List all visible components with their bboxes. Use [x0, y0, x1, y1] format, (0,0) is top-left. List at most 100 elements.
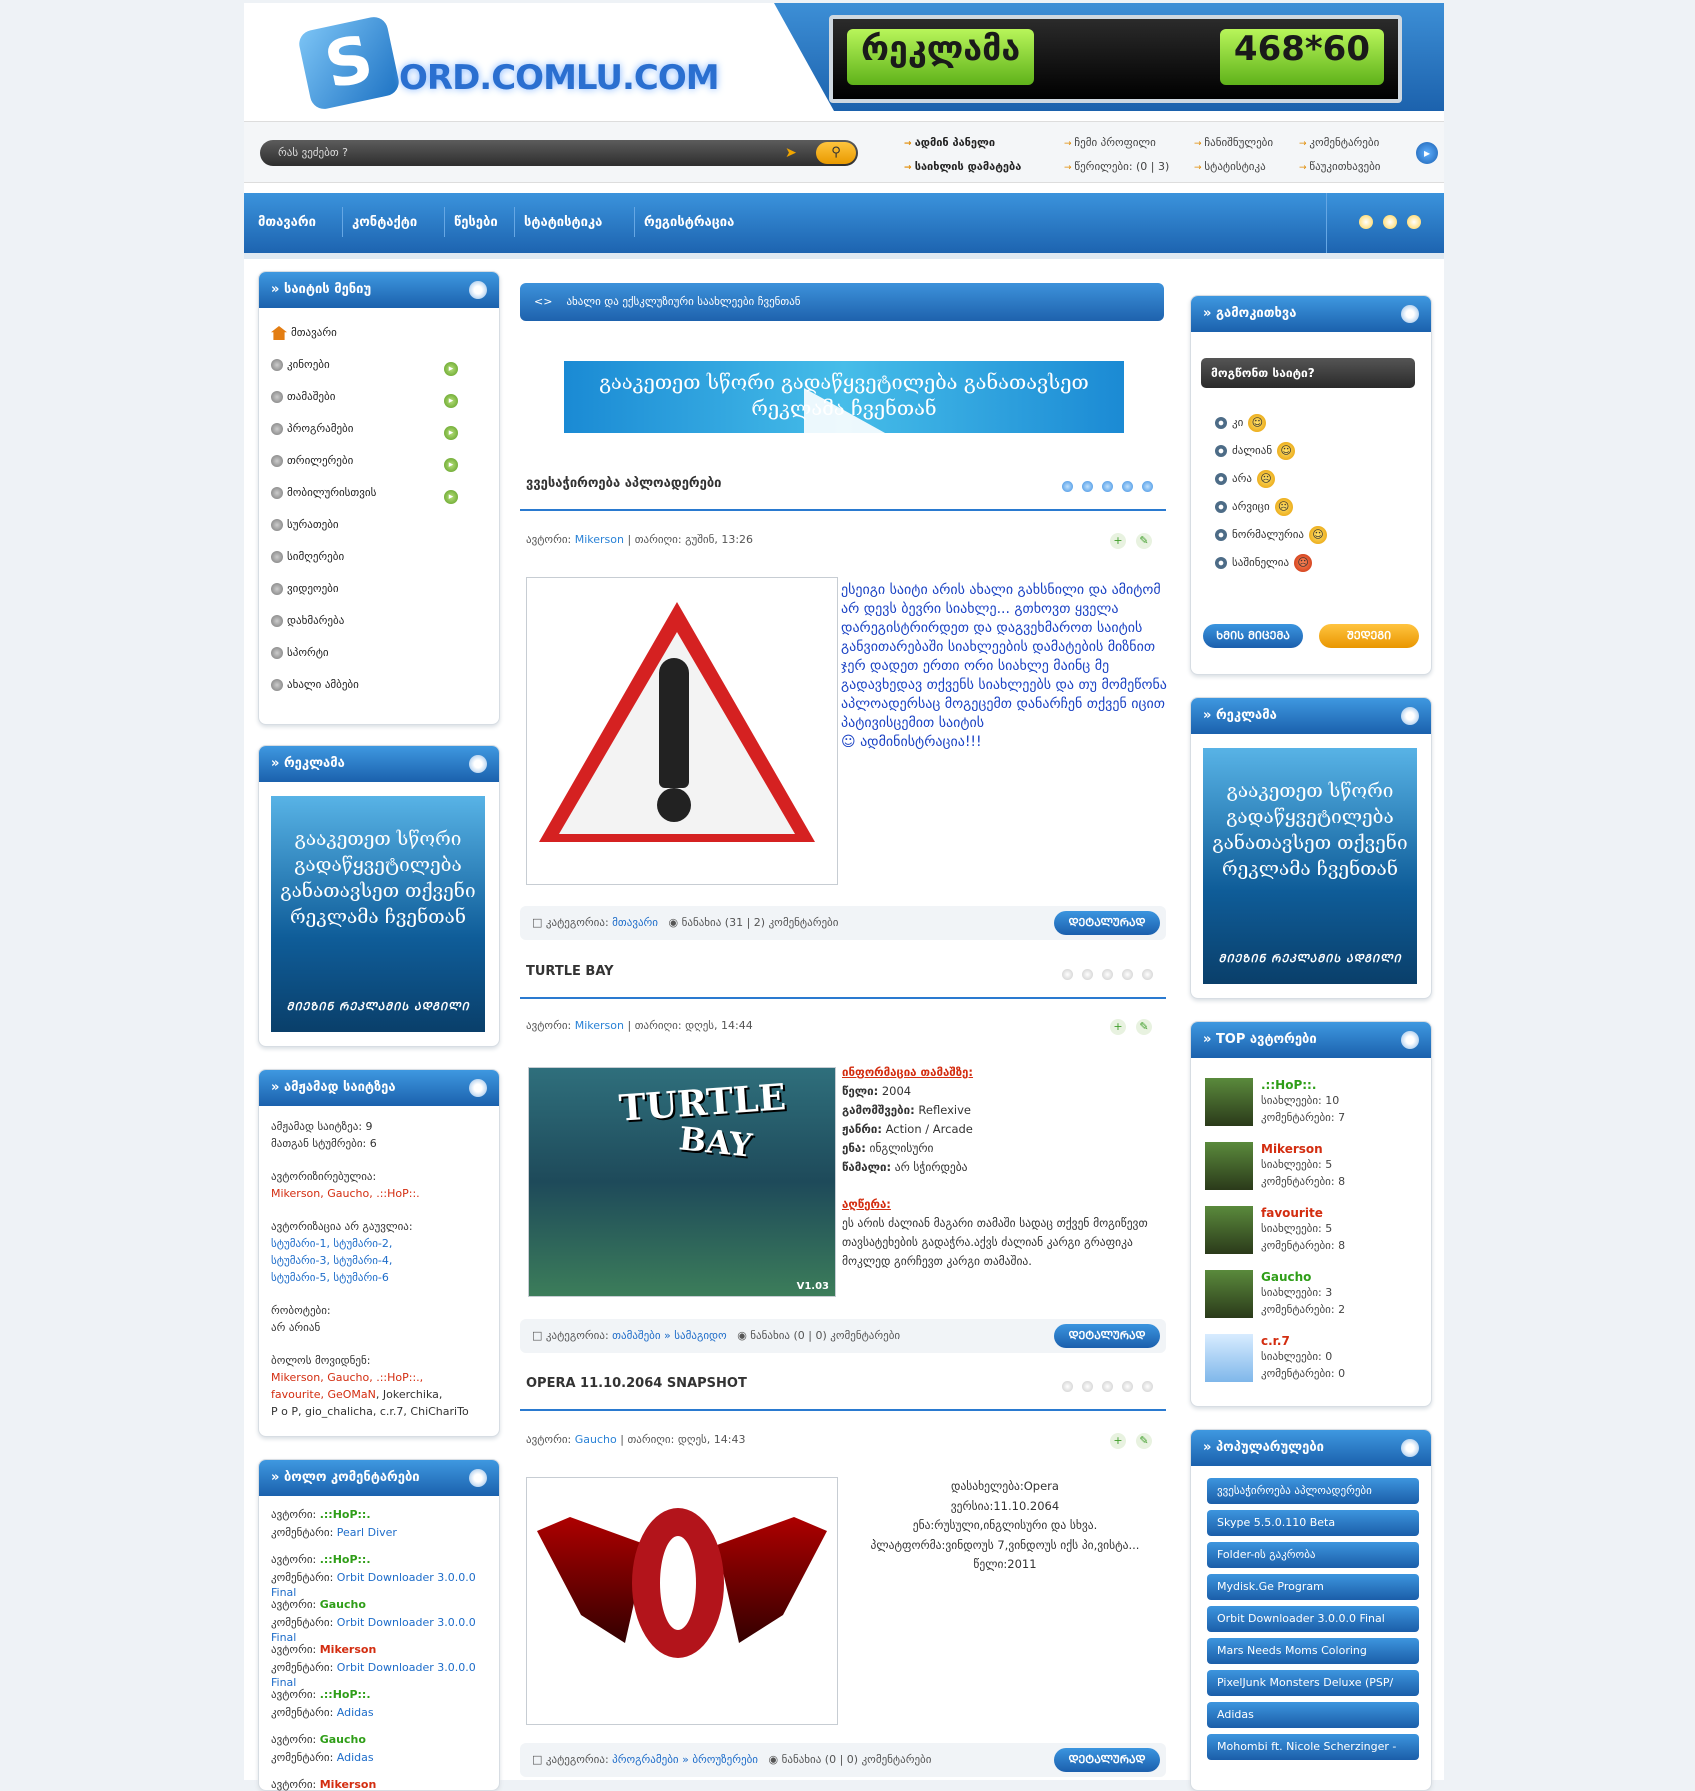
expand-icon[interactable]: ▸: [444, 394, 458, 408]
dot-icon[interactable]: [1122, 481, 1133, 492]
menu-item-pictures[interactable]: სურათები: [271, 518, 339, 531]
read-more-button[interactable]: ᲓᲔᲢᲐᲚᲣᲠᲐᲓ: [1054, 1324, 1160, 1348]
search-input[interactable]: რას ვეძებთ ? ➤ ⚲: [260, 140, 858, 166]
dot-icon[interactable]: [1102, 481, 1113, 492]
post-category[interactable]: თამაშები » სამაგიდო: [612, 1329, 727, 1342]
rating-icon[interactable]: [1082, 969, 1093, 980]
radio-icon[interactable]: [1215, 473, 1227, 485]
popular-item[interactable]: Mars Needs Moms Coloring: [1207, 1638, 1419, 1664]
menu-item-sport[interactable]: სპორტი: [271, 646, 329, 659]
post-category[interactable]: მთავარი: [612, 916, 658, 929]
menu-item-mobile[interactable]: მობილურისთვის: [271, 486, 376, 499]
dot-icon[interactable]: [1407, 215, 1421, 229]
rating-icon[interactable]: [1102, 1381, 1113, 1392]
dot-icon[interactable]: [1359, 215, 1373, 229]
arrow-right-icon[interactable]: ▸: [1416, 142, 1438, 164]
popular-item[interactable]: ვვესაჭიროება აპლოადერები: [1207, 1478, 1419, 1504]
top-author-name[interactable]: Gaucho: [1261, 1270, 1311, 1284]
collapse-icon[interactable]: [469, 755, 487, 773]
popular-item[interactable]: Mydisk.Ge Program: [1207, 1574, 1419, 1600]
menu-item-thrillers[interactable]: თრილერები: [271, 454, 353, 467]
collapse-icon[interactable]: [1401, 305, 1419, 323]
post-author[interactable]: Mikerson: [575, 533, 624, 546]
avatar[interactable]: [1205, 1334, 1253, 1382]
comment-author[interactable]: .::HoP::.: [320, 1508, 371, 1521]
menu-item-help[interactable]: დახმარება: [271, 614, 344, 627]
expand-icon[interactable]: ▸: [444, 426, 458, 440]
menu-item-videos[interactable]: ვიდეოები: [271, 582, 339, 595]
comment-author[interactable]: Gaucho: [320, 1598, 366, 1611]
collapse-icon[interactable]: [469, 1079, 487, 1097]
post-title[interactable]: TURTLE BAY: [526, 964, 614, 979]
site-logo-text[interactable]: ORD.COMLU.COM: [399, 58, 720, 98]
dot-icon[interactable]: [1062, 481, 1073, 492]
results-button[interactable]: ᲨᲔᲓᲔᲒᲘ: [1319, 624, 1419, 648]
top-author-name[interactable]: Mikerson: [1261, 1142, 1323, 1156]
popular-item[interactable]: PixelJunk Monsters Deluxe (PSP/: [1207, 1670, 1419, 1696]
expand-icon[interactable]: ▸: [444, 362, 458, 376]
collapse-icon[interactable]: [469, 1469, 487, 1487]
poll-option[interactable]: ნორმალურია ☺: [1215, 526, 1327, 544]
messages-link[interactable]: წერილები: (0 | 3): [1064, 160, 1169, 173]
statistics-link[interactable]: სტატისტიკა: [1194, 160, 1265, 173]
menu-item-news[interactable]: ახალი ამბები: [271, 678, 359, 691]
comment-author[interactable]: Gaucho: [320, 1733, 366, 1746]
collapse-icon[interactable]: [1401, 707, 1419, 725]
edit-icon[interactable]: ✎: [1136, 1433, 1152, 1449]
rating-icon[interactable]: [1142, 1381, 1153, 1392]
add-icon[interactable]: +: [1110, 1019, 1126, 1035]
dot-icon[interactable]: [1383, 215, 1397, 229]
comment-target-link[interactable]: Adidas: [337, 1706, 374, 1719]
edit-icon[interactable]: ✎: [1136, 1019, 1152, 1035]
visitor-name[interactable]: , GeOMaN: [320, 1388, 375, 1401]
unread-link[interactable]: წაუკითხავები: [1299, 160, 1380, 173]
post-category[interactable]: პროგრამები » ბროუზერები: [612, 1753, 758, 1766]
menu-item-songs[interactable]: სიმღერები: [271, 550, 344, 563]
avatar[interactable]: [1205, 1078, 1253, 1126]
poll-option[interactable]: კი ☺: [1215, 414, 1267, 432]
comment-author[interactable]: .::HoP::.: [320, 1688, 371, 1701]
radio-icon[interactable]: [1215, 417, 1227, 429]
collapse-icon[interactable]: [469, 281, 487, 299]
nav-statistics[interactable]: სტატისტიკა: [524, 215, 602, 230]
top-author-name[interactable]: c.r.7: [1261, 1334, 1290, 1348]
popular-item[interactable]: Adidas: [1207, 1702, 1419, 1728]
nav-contact[interactable]: კონტაქტი: [352, 215, 417, 230]
expand-icon[interactable]: ▸: [444, 458, 458, 472]
add-icon[interactable]: +: [1110, 533, 1126, 549]
popular-item[interactable]: Skype 5.5.0.110 Beta: [1207, 1510, 1419, 1536]
collapse-icon[interactable]: [1401, 1439, 1419, 1457]
post-author[interactable]: Gaucho: [575, 1433, 617, 1446]
menu-item-programs[interactable]: პროგრამები: [271, 422, 353, 435]
logo-icon[interactable]: S: [296, 14, 402, 112]
poll-option[interactable]: არა ☹: [1215, 470, 1275, 488]
avatar[interactable]: [1205, 1142, 1253, 1190]
add-icon[interactable]: +: [1110, 1433, 1126, 1449]
collapse-icon[interactable]: [1401, 1031, 1419, 1049]
vote-button[interactable]: ᲮᲛᲘᲡ ᲛᲘᲪᲔᲛᲐ: [1203, 624, 1303, 648]
nav-home[interactable]: მთავარი: [258, 215, 316, 230]
header-ad-banner[interactable]: რეკლამა 468*60: [829, 15, 1402, 103]
rating-icon[interactable]: [1062, 969, 1073, 980]
comment-target-link[interactable]: Adidas: [337, 1751, 374, 1764]
last-visitors[interactable]: P o P, gio_chalicha, c.r.7, ChiChariTo: [271, 1405, 469, 1418]
avatar[interactable]: [1205, 1270, 1253, 1318]
post-author[interactable]: Mikerson: [575, 1019, 624, 1032]
comments-link[interactable]: კომენტარები: [1299, 136, 1379, 149]
post-title[interactable]: OPERA 11.10.2064 SNAPSHOT: [526, 1376, 747, 1391]
expand-icon[interactable]: ▸: [444, 490, 458, 504]
radio-icon[interactable]: [1215, 501, 1227, 513]
bookmarks-link[interactable]: ჩანიშნულები: [1194, 136, 1273, 149]
edit-icon[interactable]: ✎: [1136, 533, 1152, 549]
last-visitors[interactable]: Mikerson, Gaucho, .::HoP::.,: [271, 1371, 423, 1384]
radio-icon[interactable]: [1215, 557, 1227, 569]
post-image[interactable]: TURTLE BAY V1.03: [528, 1067, 836, 1297]
left-ad-image[interactable]: გააკეთეთ სწორი გადაწყვეტილება განათავსეთ…: [271, 796, 485, 1032]
visitor-name[interactable]: favourite: [271, 1388, 320, 1401]
popular-item[interactable]: Folder-ის გაკრობა: [1207, 1542, 1419, 1568]
visitor-name[interactable]: , Jokerchika,: [376, 1388, 442, 1401]
rating-icon[interactable]: [1102, 969, 1113, 980]
add-file-link[interactable]: საიხლის დამატება: [904, 160, 1022, 173]
rating-icon[interactable]: [1062, 1381, 1073, 1392]
comment-author[interactable]: Mikerson: [320, 1643, 377, 1656]
